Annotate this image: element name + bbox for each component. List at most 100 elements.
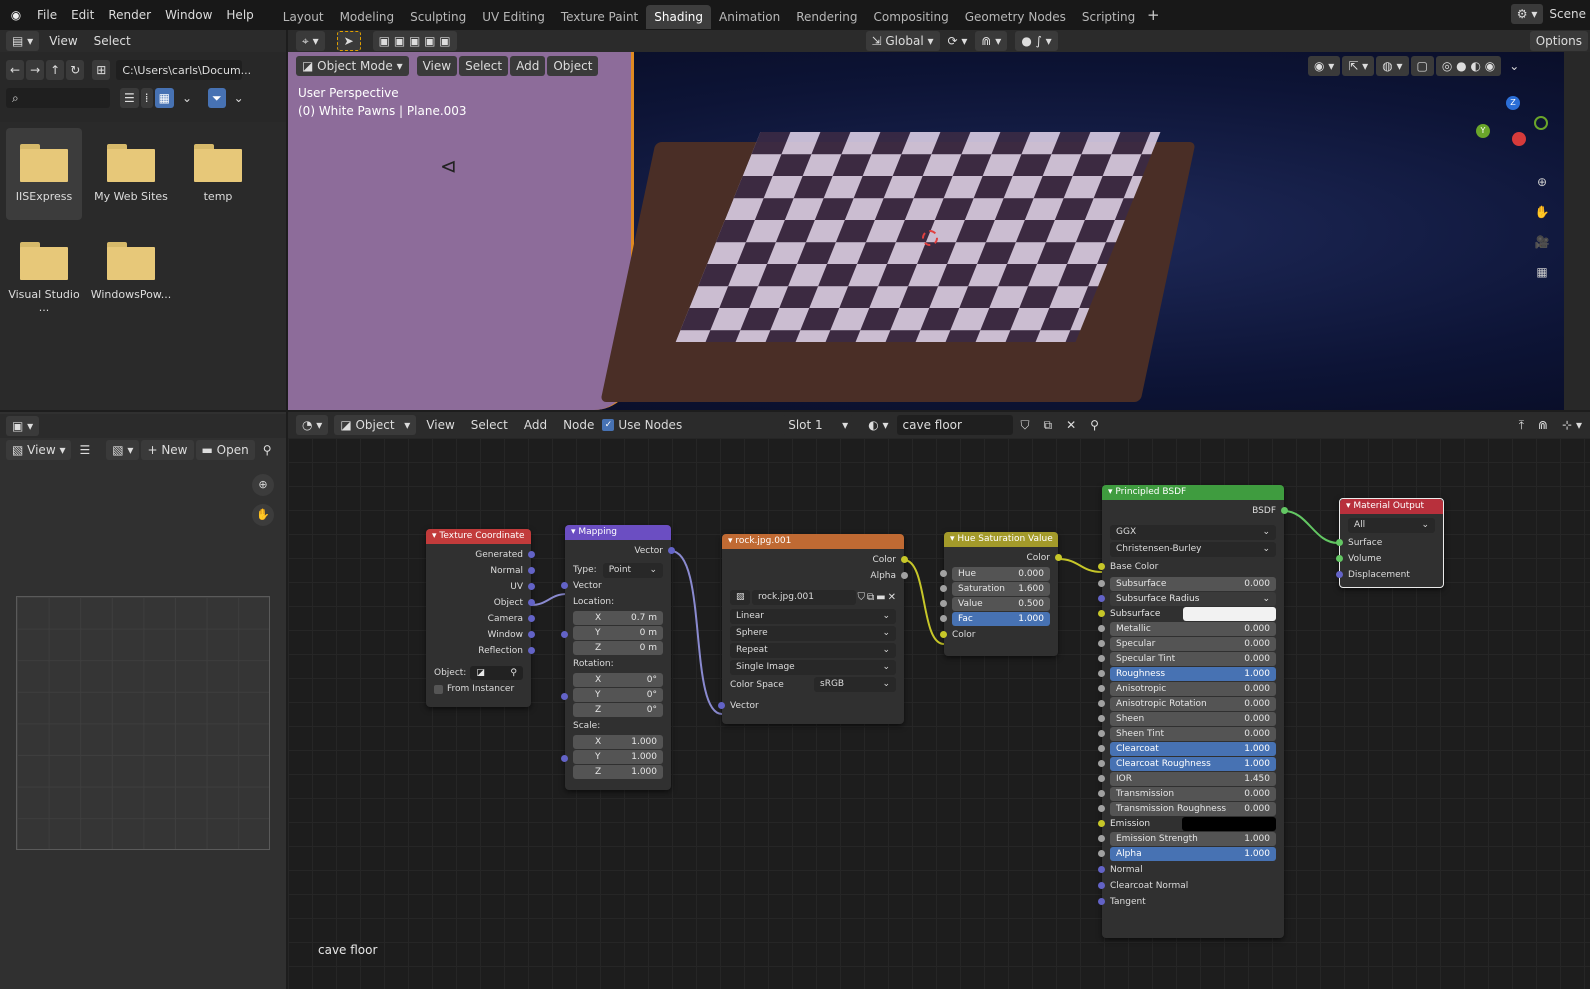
saturation-field[interactable]: Saturation 1.600	[940, 582, 1050, 596]
axis-z-icon[interactable]: Z	[1506, 96, 1520, 110]
pan-hand-icon[interactable]: ✋	[1532, 202, 1552, 222]
editor-type-button[interactable]: ▤ ▾	[6, 31, 40, 51]
options-button[interactable]: Options	[1529, 31, 1588, 51]
grid-view-icon[interactable]: ▦	[1532, 262, 1552, 282]
menu-add[interactable]: Add	[510, 56, 546, 76]
projection-dropdown[interactable]: Sphere ⌄	[730, 626, 896, 641]
fac-field[interactable]: Fac 1.000	[940, 612, 1050, 626]
socket-input[interactable]	[1098, 563, 1105, 570]
gizmo-icon[interactable]: ⇱ ▾	[1342, 56, 1375, 76]
image-view-dropdown[interactable]: ▧ View ▾	[6, 440, 72, 460]
socket-input[interactable]	[1098, 715, 1105, 722]
emission-field[interactable]: Emission	[1098, 817, 1276, 831]
socket-input[interactable]	[1098, 820, 1105, 827]
socket-output[interactable]	[901, 572, 908, 579]
socket-input[interactable]	[1336, 571, 1343, 578]
node-canvas[interactable]: ▾ Texture Coordinate Generated Normal UV…	[288, 438, 1590, 989]
menu-object[interactable]: Object	[547, 56, 599, 76]
menu-file[interactable]: File	[30, 0, 64, 30]
socket-input[interactable]	[1098, 898, 1105, 905]
node-image-texture[interactable]: ▾ rock.jpg.001 Color Alpha ▧ rock.jpg.00…	[718, 534, 908, 724]
image-browse-icon[interactable]: ▧	[730, 590, 750, 605]
sheen-field[interactable]: Sheen 0.000	[1098, 712, 1276, 726]
rotation-y[interactable]: Y 0°	[573, 688, 663, 702]
overlay-icon[interactable]: ◍ ▾	[1376, 56, 1409, 76]
roughness-field[interactable]: Roughness 1.000	[1098, 667, 1276, 681]
hamburger-menu-icon[interactable]: ☰	[73, 440, 96, 460]
new-image-button[interactable]: + New	[141, 440, 194, 460]
subsurface-color-field[interactable]: Subsurface Co...	[1098, 607, 1276, 633]
tab-texture-paint[interactable]: Texture Paint	[553, 5, 646, 29]
folder-item[interactable]: My Web Sites	[89, 144, 173, 203]
alpha-field[interactable]: Alpha 1.000	[1098, 847, 1276, 861]
socket-input[interactable]	[1098, 850, 1105, 857]
tab-compositing[interactable]: Compositing	[865, 5, 956, 29]
rotation-x[interactable]: X 0°	[573, 673, 663, 687]
use-nodes-checkbox[interactable]: ✓ Use Nodes	[602, 418, 682, 432]
open-folder-icon[interactable]: ▬	[876, 592, 885, 603]
source-dropdown[interactable]: Single Image ⌄	[730, 660, 896, 675]
value-field[interactable]: Value 0.500	[940, 597, 1050, 611]
node-header[interactable]: ▾ rock.jpg.001	[722, 534, 904, 549]
extension-dropdown[interactable]: Repeat ⌄	[730, 643, 896, 658]
menu-select[interactable]: Select	[86, 31, 139, 51]
refresh-icon[interactable]: ↻	[66, 60, 85, 80]
socket-input[interactable]	[1098, 670, 1105, 677]
close-icon[interactable]: ✕	[888, 592, 896, 603]
emission-strength-field[interactable]: Emission Strength 1.000	[1098, 832, 1276, 846]
anisotropic-rotation-field[interactable]: Anisotropic Rotation 0.000	[1098, 697, 1276, 711]
node-principled-bsdf[interactable]: ▾ Principled BSDF BSDF GGX ⌄ Christensen-…	[1098, 485, 1288, 938]
editor-type-button[interactable]: ▣ ▾	[6, 416, 40, 436]
menu-view[interactable]: View	[41, 31, 85, 51]
blender-logo-icon[interactable]: ◉	[6, 5, 26, 25]
clearcoat-field[interactable]: Clearcoat 1.000	[1098, 742, 1276, 756]
parent-folder-icon[interactable]: ↑	[46, 60, 65, 80]
menu-window[interactable]: Window	[158, 0, 219, 30]
xray-icon[interactable]: ▢	[1410, 56, 1434, 76]
color-space-dropdown[interactable]: sRGB ⌄	[814, 677, 896, 692]
socket-input[interactable]	[940, 570, 947, 577]
axis-x-icon[interactable]	[1512, 132, 1526, 146]
folder-item[interactable]: IISExpress	[2, 144, 86, 203]
camera-view-icon[interactable]: 🎥	[1532, 232, 1552, 252]
tab-scripting[interactable]: Scripting	[1074, 5, 1143, 29]
thumbnail-view-icon[interactable]: ▦	[154, 88, 174, 108]
tab-sculpting[interactable]: Sculpting	[402, 5, 474, 29]
duplicate-icon[interactable]: ⧉	[867, 592, 874, 603]
axis-y-icon[interactable]: Y	[1476, 124, 1490, 138]
socket-output[interactable]	[1281, 507, 1288, 514]
socket-output[interactable]	[528, 615, 535, 622]
from-instancer-checkbox[interactable]: From Instancer	[426, 681, 531, 697]
menu-select[interactable]: Select	[459, 56, 509, 76]
node-header[interactable]: ▾ Hue Saturation Value	[944, 532, 1058, 547]
hue-field[interactable]: Hue 0.000	[940, 567, 1050, 581]
location-z[interactable]: Z0 m	[573, 641, 663, 655]
filter-icon[interactable]: ⏷	[208, 88, 226, 108]
viewport-3d[interactable]: ⊲ ◪ Object Mode ▾ View Select Add Object…	[288, 52, 1564, 410]
socket-output[interactable]	[528, 583, 535, 590]
socket-input[interactable]	[1098, 760, 1105, 767]
node-hue-saturation-value[interactable]: ▾ Hue Saturation Value Color Hue 0.000 Sa…	[940, 532, 1062, 656]
socket-input[interactable]	[1098, 835, 1105, 842]
snap-icon[interactable]: ⋒ ▾	[975, 31, 1008, 51]
duplicate-material-icon[interactable]: ⧉	[1038, 415, 1059, 435]
node-header[interactable]: ▾ Mapping	[565, 525, 671, 540]
columns-view-icon[interactable]: ⁞	[140, 88, 153, 108]
socket-input[interactable]	[1098, 745, 1105, 752]
subsurface-color-swatch[interactable]	[1182, 607, 1276, 621]
rotation-z[interactable]: Z 0°	[573, 703, 663, 717]
list-view-icon[interactable]: ☰	[120, 88, 139, 108]
image-name-field[interactable]: rock.jpg.001	[752, 590, 856, 605]
scale-z[interactable]: Z 1.000	[573, 765, 663, 779]
add-workspace-icon[interactable]: +	[1143, 5, 1163, 25]
socket-input[interactable]	[1098, 882, 1105, 889]
image-browse-icon[interactable]: ▧ ▾	[106, 440, 140, 460]
socket-input[interactable]	[1098, 730, 1105, 737]
socket-output[interactable]	[1055, 554, 1062, 561]
folder-item[interactable]: temp	[176, 144, 260, 203]
tab-geometry-nodes[interactable]: Geometry Nodes	[957, 5, 1074, 29]
socket-input[interactable]	[940, 585, 947, 592]
eyedropper-icon[interactable]: ⚲	[510, 666, 517, 680]
socket-input[interactable]	[1098, 610, 1105, 617]
socket-input[interactable]	[940, 631, 947, 638]
